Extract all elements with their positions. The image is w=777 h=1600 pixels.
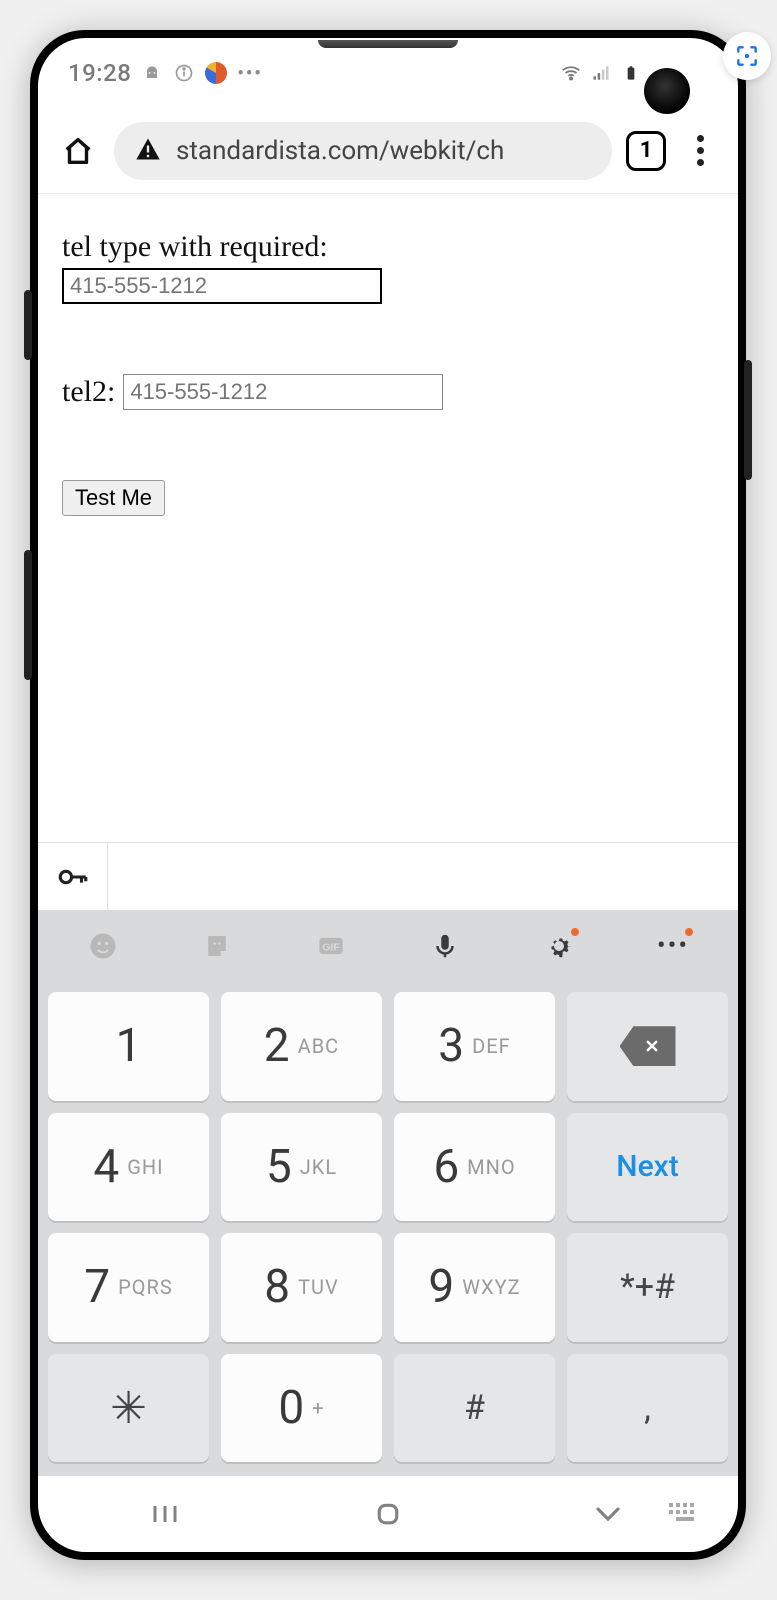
android-icon <box>141 62 163 84</box>
battery-icon <box>620 62 642 84</box>
svg-text:GIF: GIF <box>322 942 340 954</box>
key-6[interactable]: 6MNO <box>394 1113 555 1222</box>
key-star[interactable]: ✳ <box>48 1354 209 1463</box>
android-status-bar: 19:28 ••• <box>38 38 738 108</box>
key-hash[interactable]: # <box>394 1354 555 1463</box>
password-key-icon[interactable] <box>38 843 108 910</box>
home-button[interactable] <box>56 129 100 173</box>
more-notifications-icon: ••• <box>237 63 262 84</box>
key-7[interactable]: 7PQRS <box>48 1233 209 1342</box>
volume-up-button[interactable] <box>24 290 32 360</box>
volume-down-button[interactable] <box>24 550 32 680</box>
emoji-icon[interactable] <box>81 924 125 968</box>
key-symbols[interactable]: *+# <box>567 1233 728 1342</box>
tel1-label: tel type with required: <box>62 230 714 264</box>
tabs-button[interactable]: 1 <box>626 131 666 171</box>
front-camera <box>644 68 690 114</box>
test-me-button[interactable]: Test Me <box>62 480 165 516</box>
tabs-count: 1 <box>640 138 653 163</box>
keyboard-switch-button[interactable] <box>654 1503 714 1525</box>
key-2[interactable]: 2ABC <box>221 992 382 1101</box>
android-nav-bar <box>38 1476 738 1552</box>
insecure-site-icon <box>134 135 162 167</box>
browser-app-icon <box>205 62 227 84</box>
key-next[interactable]: Next <box>567 1113 728 1222</box>
key-1[interactable]: 1 <box>48 992 209 1101</box>
key-5[interactable]: 5JKL <box>221 1113 382 1222</box>
key-backspace[interactable] <box>567 992 728 1101</box>
info-icon <box>173 62 195 84</box>
tel2-label: tel2: <box>62 375 115 409</box>
browser-toolbar: standardista.com/webkit/ch 1 <box>38 108 738 194</box>
sticker-icon[interactable] <box>195 924 239 968</box>
clock: 19:28 <box>68 59 131 87</box>
suggestion-area[interactable] <box>108 843 738 910</box>
settings-icon[interactable] <box>537 924 581 968</box>
mic-icon[interactable] <box>423 924 467 968</box>
more-icon[interactable]: ••• <box>651 924 695 968</box>
key-8[interactable]: 8TUV <box>221 1233 382 1342</box>
power-button[interactable] <box>744 360 752 480</box>
web-page-content: tel type with required: tel2: Test Me <box>38 194 738 552</box>
key-9[interactable]: 9WXYZ <box>394 1233 555 1342</box>
key-0[interactable]: 0+ <box>221 1354 382 1463</box>
home-nav-button[interactable] <box>358 1499 418 1529</box>
backspace-icon <box>620 1026 676 1066</box>
suggestion-strip <box>38 842 738 910</box>
back-nav-button[interactable] <box>578 1504 638 1524</box>
gif-icon[interactable]: GIF <box>309 924 353 968</box>
keypad: 1 2ABC 3DEF 4GHI 5JKL 6MNO Next 7PQRS 8T… <box>38 982 738 1476</box>
screenshot-scan-icon[interactable] <box>723 32 771 80</box>
wifi-icon <box>560 62 582 84</box>
key-3[interactable]: 3DEF <box>394 992 555 1101</box>
tel1-input[interactable] <box>62 268 382 304</box>
key-4[interactable]: 4GHI <box>48 1113 209 1222</box>
address-bar[interactable]: standardista.com/webkit/ch <box>114 122 612 180</box>
soft-keyboard: GIF ••• 1 2ABC 3DEF <box>38 910 738 1476</box>
phone-frame: 19:28 ••• <box>30 30 746 1560</box>
keyboard-toolbar: GIF ••• <box>38 910 738 982</box>
key-comma[interactable]: , <box>567 1354 728 1463</box>
url-text: standardista.com/webkit/ch <box>176 136 504 166</box>
tel2-input[interactable] <box>123 374 443 410</box>
overflow-menu-button[interactable] <box>680 135 720 166</box>
earpiece <box>318 40 458 48</box>
signal-icon <box>590 62 612 84</box>
recents-button[interactable] <box>138 1502 198 1526</box>
